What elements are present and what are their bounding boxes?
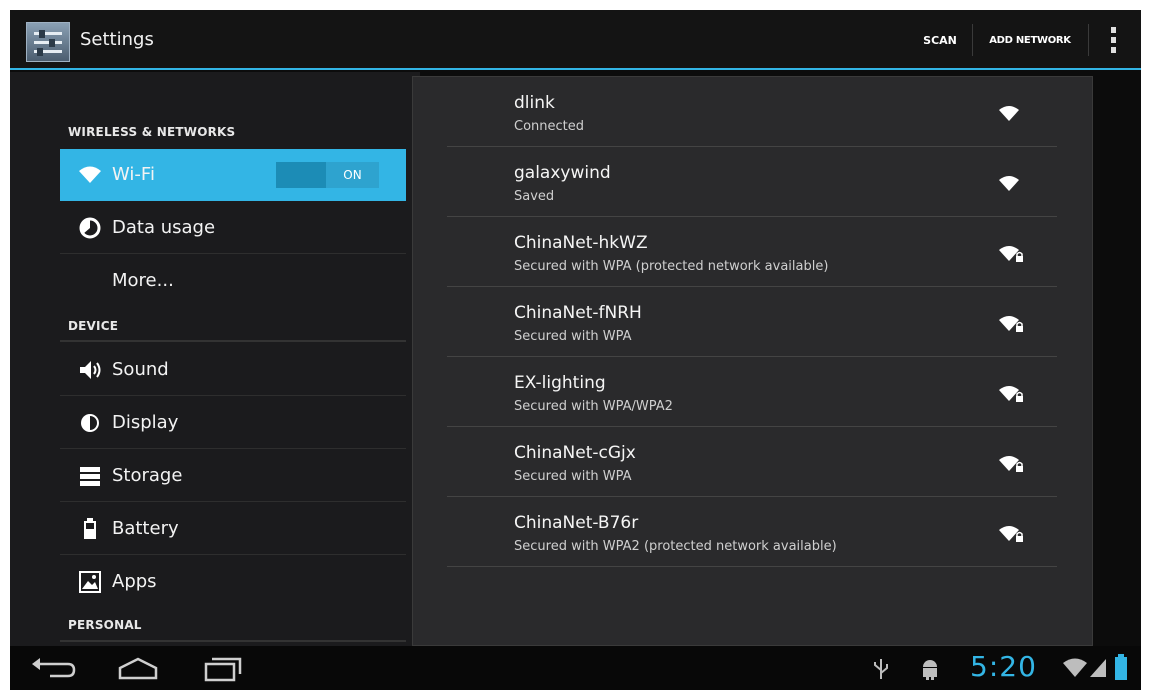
network-status: Secured with WPA — [514, 329, 632, 344]
cell-signal-icon — [1090, 659, 1106, 677]
scan-button[interactable]: SCAN — [910, 26, 970, 56]
action-bar: Settings SCAN ADD NETWORK — [10, 10, 1141, 70]
menu-item-label: Data usage — [112, 217, 216, 238]
wifi-signal-icon — [999, 106, 1019, 121]
wifi-locked-icon — [999, 386, 1023, 402]
section-divider — [60, 640, 406, 642]
action-divider — [972, 24, 973, 56]
data-usage-icon — [79, 217, 101, 239]
usb-icon — [874, 659, 888, 679]
device-screen: Settings SCAN ADD NETWORK WIRELESS & NET… — [10, 10, 1141, 690]
back-icon[interactable] — [24, 654, 84, 684]
divider — [60, 448, 406, 449]
divider — [60, 501, 406, 502]
wifi-icon — [79, 166, 101, 183]
section-header-wireless: WIRELESS & NETWORKS — [68, 125, 236, 139]
recent-apps-icon[interactable] — [192, 654, 252, 684]
menu-item-label: More... — [112, 270, 174, 291]
menu-item-label: Apps — [112, 571, 157, 592]
overflow-menu-icon[interactable] — [1098, 24, 1128, 58]
network-ssid: galaxywind — [514, 163, 611, 183]
network-row[interactable]: ChinaNet-B76r Secured with WPA2 (protecte… — [447, 497, 1057, 567]
home-icon[interactable] — [108, 654, 168, 684]
app-title: Settings — [80, 29, 154, 50]
network-ssid: ChinaNet-fNRH — [514, 303, 642, 323]
network-row[interactable]: ChinaNet-fNRH Secured with WPA — [447, 287, 1057, 357]
network-row[interactable]: galaxywind Saved — [447, 147, 1057, 217]
settings-app-icon[interactable] — [26, 22, 70, 62]
menu-item-data-usage[interactable]: Data usage — [60, 202, 406, 254]
divider — [60, 253, 406, 254]
network-row[interactable]: ChinaNet-hkWZ Secured with WPA (protected… — [447, 217, 1057, 287]
menu-item-label: Wi-Fi — [112, 164, 155, 185]
speaker-icon — [80, 361, 101, 379]
apps-icon — [79, 571, 101, 593]
add-network-button[interactable]: ADD NETWORK — [975, 26, 1085, 56]
network-row[interactable]: dlink Connected — [447, 77, 1057, 147]
network-status: Saved — [514, 189, 555, 204]
status-clock: 5:20 — [970, 650, 1037, 683]
network-ssid: ChinaNet-cGjx — [514, 443, 636, 463]
wifi-status-icon — [1063, 658, 1087, 677]
network-ssid: dlink — [514, 93, 555, 113]
wifi-network-list: dlink Connected galaxywind Saved ChinaNet-hk… — [412, 76, 1093, 646]
network-status: Secured with WPA — [514, 469, 632, 484]
network-row[interactable]: EX-lighting Secured with WPA/WPA2 — [447, 357, 1057, 427]
display-icon — [81, 414, 99, 432]
storage-icon — [80, 467, 100, 486]
wifi-locked-icon — [999, 526, 1023, 542]
android-debug-icon — [923, 660, 937, 680]
toggle-state: ON — [326, 162, 379, 188]
wifi-toggle[interactable]: ON — [276, 162, 379, 188]
menu-item-label: Battery — [112, 518, 179, 539]
network-status: Secured with WPA (protected network avai… — [514, 259, 829, 274]
battery-icon — [84, 518, 96, 539]
menu-item-apps[interactable]: Apps — [60, 556, 406, 608]
menu-item-label: Storage — [112, 465, 183, 486]
action-divider — [1088, 24, 1089, 56]
menu-item-sound[interactable]: Sound — [60, 344, 406, 396]
network-row[interactable]: ChinaNet-cGjx Secured with WPA — [447, 427, 1057, 497]
divider — [60, 395, 406, 396]
network-status: Secured with WPA2 (protected network ava… — [514, 539, 837, 554]
divider — [447, 566, 1057, 567]
network-ssid: ChinaNet-hkWZ — [514, 233, 648, 253]
wifi-signal-icon — [999, 176, 1019, 191]
network-ssid: ChinaNet-B76r — [514, 513, 639, 533]
menu-item-wifi[interactable]: Wi-Fi ON — [60, 149, 406, 201]
menu-item-more[interactable]: More... — [60, 255, 406, 307]
wifi-locked-icon — [999, 316, 1023, 332]
menu-item-battery[interactable]: Battery — [60, 503, 406, 555]
wifi-locked-icon — [999, 456, 1023, 472]
menu-item-label: Display — [112, 412, 179, 433]
system-nav-bar: 5:20 — [10, 646, 1141, 690]
divider — [60, 554, 406, 555]
wifi-locked-icon — [999, 246, 1023, 262]
menu-item-storage[interactable]: Storage — [60, 450, 406, 502]
section-divider — [60, 340, 406, 342]
battery-status-icon — [1115, 654, 1127, 680]
settings-menu: WIRELESS & NETWORKS Wi-Fi ON Data usage … — [10, 72, 420, 646]
menu-item-label: Sound — [112, 359, 169, 380]
network-ssid: EX-lighting — [514, 373, 606, 393]
menu-item-display[interactable]: Display — [60, 397, 406, 449]
section-header-device: DEVICE — [68, 319, 119, 333]
network-status: Secured with WPA/WPA2 — [514, 399, 673, 414]
network-status: Connected — [514, 119, 585, 134]
section-header-personal: PERSONAL — [68, 618, 142, 632]
